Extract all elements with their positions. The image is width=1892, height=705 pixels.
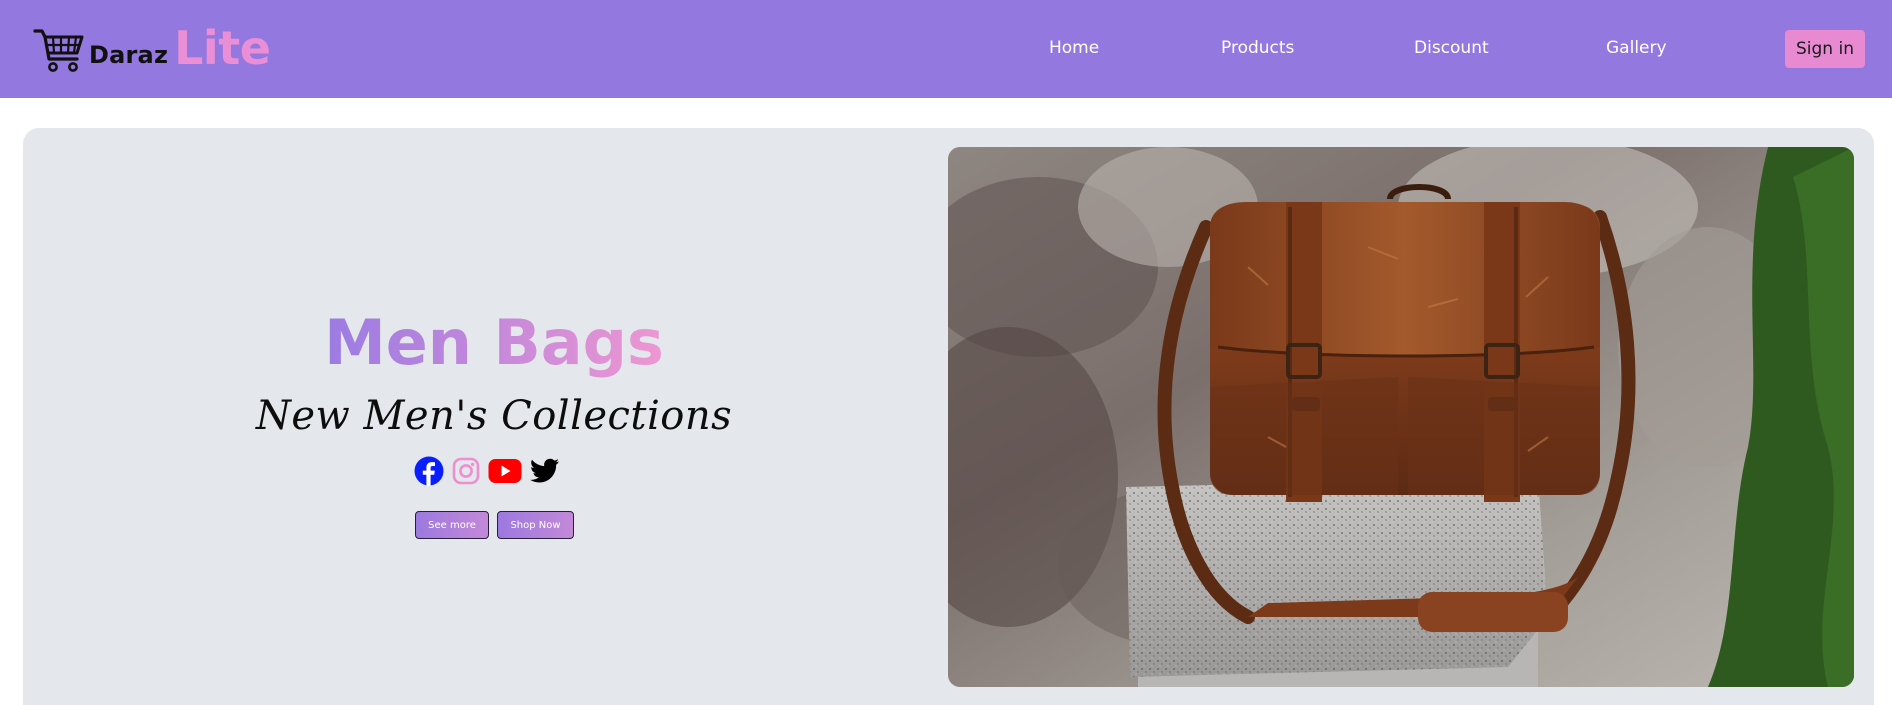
nav-products[interactable]: Products bbox=[1221, 38, 1294, 58]
hero-subtitle: New Men's Collections bbox=[255, 393, 733, 439]
social-links bbox=[414, 455, 560, 487]
shopping-cart-icon bbox=[33, 29, 84, 72]
hero-title: Men Bags bbox=[0, 305, 988, 381]
brand-logo[interactable]: Daraz Lite bbox=[33, 21, 271, 75]
nav-home[interactable]: Home bbox=[1049, 38, 1099, 58]
leather-bag-photo bbox=[948, 147, 1854, 687]
brand-name-lite: Lite bbox=[174, 21, 271, 75]
twitter-icon[interactable] bbox=[530, 458, 560, 484]
navbar: Daraz Lite Home Products Discount Galler… bbox=[0, 0, 1892, 98]
shop-now-button[interactable]: Shop Now bbox=[497, 511, 574, 539]
sign-in-button[interactable]: Sign in bbox=[1785, 30, 1865, 68]
leather-bag-image bbox=[948, 147, 1854, 687]
youtube-icon[interactable] bbox=[488, 458, 522, 484]
brand-name-daraz: Daraz bbox=[89, 41, 169, 69]
instagram-icon[interactable] bbox=[452, 457, 480, 485]
nav-gallery[interactable]: Gallery bbox=[1606, 38, 1667, 58]
see-more-button[interactable]: See more bbox=[415, 511, 489, 539]
facebook-icon[interactable] bbox=[414, 456, 444, 486]
hero-title-text: Men Bags bbox=[324, 306, 664, 379]
nav-discount[interactable]: Discount bbox=[1414, 38, 1489, 58]
